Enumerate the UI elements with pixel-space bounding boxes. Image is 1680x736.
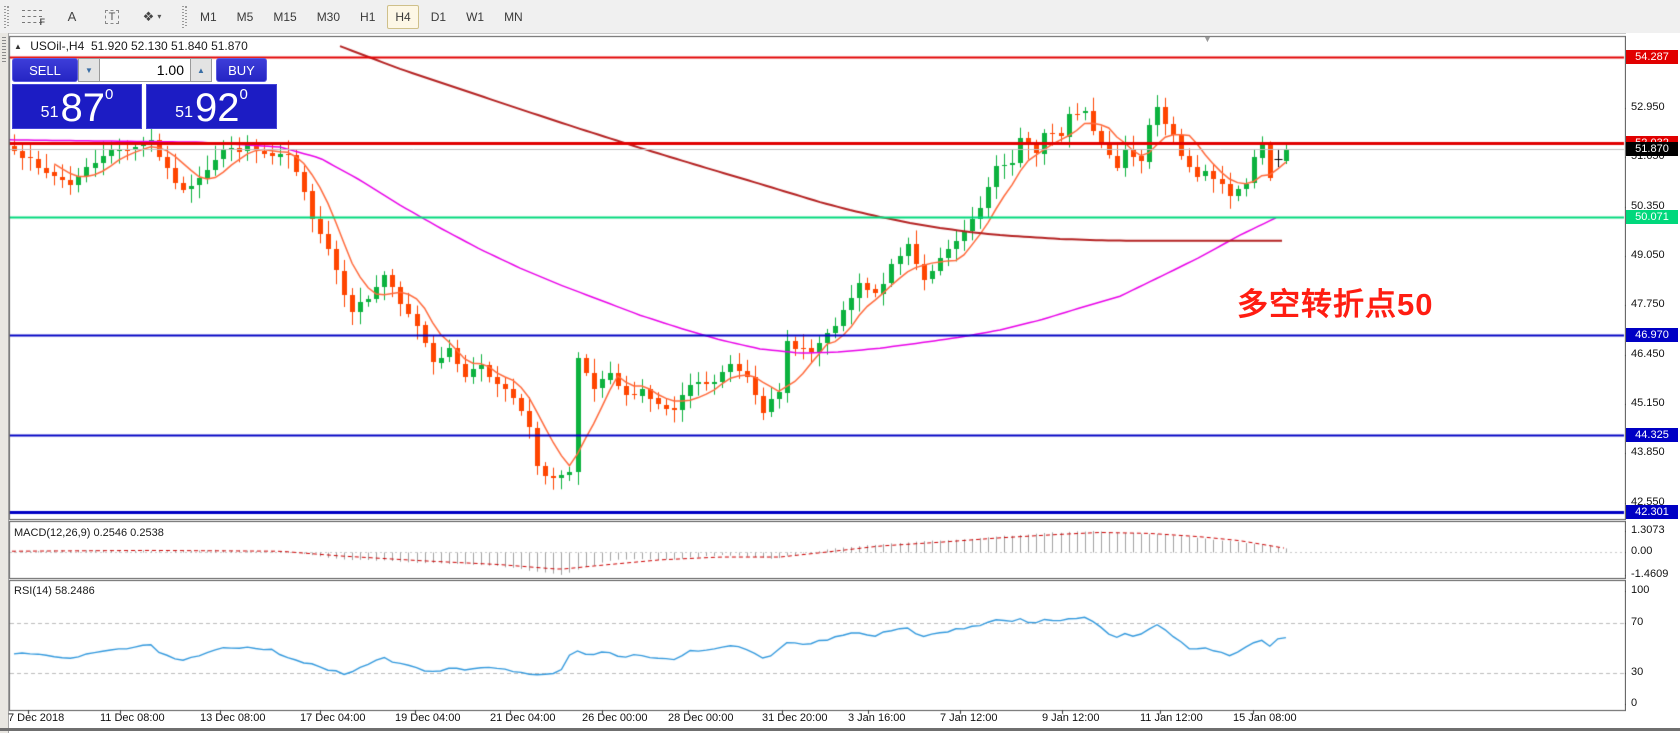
volume-decrease-button[interactable]: ▼ <box>78 58 100 82</box>
time-axis-label: 19 Dec 04:00 <box>395 712 461 724</box>
time-axis-label: 7 Dec 2018 <box>8 712 65 724</box>
rsi-tick-label: 70 <box>1631 616 1644 628</box>
volume-increase-button[interactable]: ▲ <box>190 58 212 82</box>
symbol-period-label: USOil-,H4 <box>30 39 85 53</box>
price-tick-label: 49.050 <box>1631 248 1665 261</box>
price-level-badge: 42.301 <box>1626 505 1678 520</box>
time-axis-label: 26 Dec 00:00 <box>582 712 648 724</box>
time-axis-label: 31 Dec 20:00 <box>762 712 828 724</box>
macd-tick-label: -1.4609 <box>1631 568 1669 580</box>
collapse-triangle-icon[interactable]: ▲ <box>14 42 22 51</box>
volume-input[interactable]: 1.00 <box>100 58 190 82</box>
ask-price-quote[interactable]: 51 92 0 <box>146 84 277 129</box>
price-tick-label: 52.950 <box>1631 101 1665 113</box>
rsi-tick-label: 100 <box>1631 584 1650 596</box>
price-level-badge: 54.287 <box>1626 50 1678 65</box>
macd-tick-label: 1.3073 <box>1631 524 1665 536</box>
rsi-tick-label: 30 <box>1631 666 1644 678</box>
chart-shift-marker[interactable]: ▼ <box>1203 34 1212 44</box>
time-axis-label: 9 Jan 12:00 <box>1042 712 1100 724</box>
window-bottom-divider <box>0 728 1680 731</box>
price-tick-label: 43.850 <box>1631 446 1665 459</box>
rsi-indicator-label: RSI(14) 58.2486 <box>14 585 95 597</box>
buy-button[interactable]: BUY <box>216 58 267 82</box>
time-axis-label: 17 Dec 04:00 <box>300 712 366 724</box>
time-axis-label: 13 Dec 08:00 <box>200 712 266 724</box>
price-level-badge: 44.325 <box>1626 428 1678 443</box>
one-click-trading-panel: SELL ▼ 1.00 ▲ BUY 51 87 0 51 92 0 <box>12 58 277 129</box>
rsi-tick-label: 0 <box>1631 697 1638 709</box>
bid-price-quote[interactable]: 51 87 0 <box>12 84 142 129</box>
price-level-badge: 50.071 <box>1626 210 1678 225</box>
price-tick-label: 46.450 <box>1631 347 1665 360</box>
price-level-badge: 46.970 <box>1626 327 1678 342</box>
time-axis-label: 28 Dec 00:00 <box>668 712 734 724</box>
macd-tick-label: 0.00 <box>1631 545 1653 557</box>
time-axis-label: 21 Dec 04:00 <box>490 712 556 724</box>
time-axis-label: 7 Jan 12:00 <box>940 712 998 724</box>
time-axis-label: 15 Jan 08:00 <box>1233 712 1297 724</box>
time-axis-label: 11 Jan 12:00 <box>1140 712 1203 724</box>
price-tick-label: 45.150 <box>1631 396 1665 409</box>
time-axis-label: 3 Jan 16:00 <box>848 712 906 724</box>
chart-text-annotation[interactable]: 多空转折点50 <box>1237 279 1433 324</box>
mt4-window: F A T ❖ ▾ M1M5M15M30H1H4D1W1MN ▲ USOil-,… <box>0 0 1680 736</box>
macd-indicator-label: MACD(12,26,9) 0.2546 0.2538 <box>14 527 164 539</box>
time-axis-label: 11 Dec 08:00 <box>100 712 165 724</box>
sell-button[interactable]: SELL <box>12 58 78 82</box>
ohlc-values: 51.920 52.130 51.840 51.870 <box>90 39 248 53</box>
price-tick-label: 47.750 <box>1631 298 1665 311</box>
price-level-badge: 51.870 <box>1626 141 1678 156</box>
chart-title: ▲ USOil-,H4 51.920 52.130 51.840 51.870 <box>14 39 248 53</box>
